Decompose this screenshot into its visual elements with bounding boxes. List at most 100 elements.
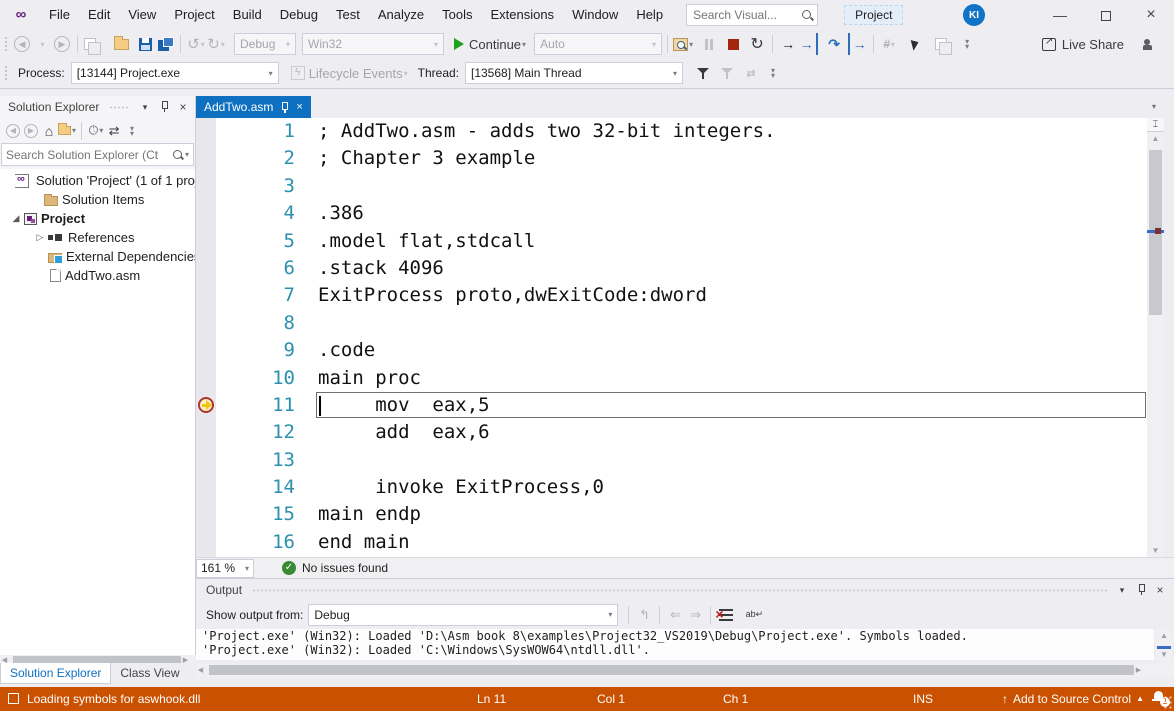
window-position-dropdown[interactable]: ▾ (1114, 585, 1130, 596)
navigate-back-button[interactable]: ◀ (12, 33, 32, 55)
line-text[interactable]: ExitProcess proto,dwExitCode:dword (295, 282, 707, 309)
code-lines[interactable]: 1; AddTwo.asm - adds two 32-bit integers… (216, 118, 1147, 556)
splitter-handle[interactable]: ⌶ (1147, 118, 1164, 132)
solution-search-input[interactable] (6, 148, 172, 162)
thread-dropdown[interactable]: [13568] Main Thread▾ (465, 62, 683, 84)
menu-debug[interactable]: Debug (271, 0, 327, 30)
code-line-16[interactable]: 16end main (216, 529, 1147, 556)
code-line-14[interactable]: 14 invoke ExitProcess,0 (216, 474, 1147, 501)
parallel-stacks-button[interactable] (931, 33, 951, 55)
line-text[interactable]: main proc (295, 365, 421, 392)
scroll-thumb[interactable] (13, 656, 181, 663)
account-avatar[interactable]: KI (963, 4, 985, 26)
menu-test[interactable]: Test (327, 0, 369, 30)
line-text[interactable] (295, 447, 318, 474)
solution-platform-dropdown[interactable]: Win32▾ (302, 33, 444, 55)
tab-list-dropdown[interactable]: ▾ (1152, 102, 1156, 111)
panel-tab-solution-explorer[interactable]: Solution Explorer (0, 663, 111, 684)
menu-view[interactable]: View (119, 0, 165, 30)
zoom-level-dropdown[interactable]: 161 %▾ (196, 559, 254, 578)
panel-grip[interactable] (252, 588, 1107, 593)
feedback-button[interactable] (1140, 33, 1160, 55)
filter-threads-button[interactable] (693, 62, 713, 84)
process-dropdown[interactable]: [13144] Project.exe▾ (71, 62, 279, 84)
switch-views-button[interactable]: ▾ (58, 121, 76, 141)
code-line-13[interactable]: 13 (216, 447, 1147, 474)
clear-filter-button[interactable] (717, 62, 737, 84)
tree-item-external-dependencies[interactable]: External Dependencies (0, 247, 195, 266)
menu-file[interactable]: File (40, 0, 79, 30)
close-icon[interactable]: × (296, 101, 302, 113)
resize-grip[interactable] (1163, 695, 1173, 709)
panel-grip[interactable] (109, 105, 130, 110)
document-tab-addtwo[interactable]: AddTwo.asm × (196, 96, 311, 118)
scroll-thumb[interactable] (209, 665, 1134, 675)
scroll-up-arrow[interactable]: ▲ (1147, 134, 1164, 143)
menu-project[interactable]: Project (165, 0, 223, 30)
home-button[interactable]: ⌂ (40, 121, 58, 141)
line-text[interactable]: ; AddTwo.asm - adds two 32-bit integers. (295, 118, 776, 145)
step-over-button[interactable]: ↷ (824, 33, 844, 55)
output-vscrollbar[interactable]: ▲ ▼ (1156, 629, 1172, 660)
solution-configuration-dropdown[interactable]: Debug▾ (234, 33, 296, 55)
close-icon[interactable]: × (175, 100, 191, 114)
step-out-button[interactable]: → (848, 33, 868, 55)
expander-expanded-icon[interactable]: ◢ (8, 213, 24, 224)
tree-item-project[interactable]: ◢Project (0, 209, 195, 228)
code-line-6[interactable]: 6.stack 4096 (216, 255, 1147, 282)
word-wrap-button[interactable]: ab↵ (744, 604, 764, 626)
pin-icon[interactable] (1133, 583, 1149, 598)
editor-vscrollbar[interactable]: ⌶ ▲ ▼ (1147, 118, 1164, 557)
toolbar-overflow-button[interactable]: ▾▾ (957, 33, 977, 55)
expander-collapsed-icon[interactable]: ▷ (32, 232, 48, 243)
panel-tab-class-view[interactable]: Class View (111, 663, 188, 684)
window-position-dropdown[interactable]: ▾ (137, 102, 153, 113)
close-icon[interactable]: × (1152, 583, 1168, 597)
tree-item-solution-project-1-of-1-proje[interactable]: Solution 'Project' (1 of 1 proje (0, 171, 195, 190)
pending-changes-filter-button[interactable]: 🕔︎▾ (87, 121, 105, 141)
maximize-button[interactable] (1083, 0, 1129, 30)
attach-to-process-button[interactable]: ▾ (673, 33, 693, 55)
redo-button[interactable]: ↻▾ (206, 33, 226, 55)
next-message-button[interactable]: ⇒ (685, 604, 705, 626)
line-indicator[interactable]: Ln 11 (477, 692, 506, 706)
hex-display-toggle[interactable]: #▾ (879, 33, 899, 55)
line-text[interactable] (295, 310, 318, 337)
pin-icon[interactable] (280, 101, 289, 114)
code-line-7[interactable]: 7ExitProcess proto,dwExitCode:dword (216, 282, 1147, 309)
line-text[interactable]: .code (295, 337, 375, 364)
output-header[interactable]: Output ▾ × (196, 579, 1174, 601)
search-options-dropdown[interactable]: ▾ (185, 150, 189, 159)
output-text-area[interactable]: 'Project.exe' (Win32): Loaded 'D:\Asm bo… (196, 629, 1154, 660)
open-file-button[interactable] (111, 33, 131, 55)
code-line-11[interactable]: 11 mov eax,5 (216, 392, 1147, 419)
code-line-12[interactable]: 12 add eax,6 (216, 419, 1147, 446)
live-share-button[interactable]: Live Share (1042, 33, 1124, 55)
code-line-8[interactable]: 8 (216, 310, 1147, 337)
menu-analyze[interactable]: Analyze (369, 0, 433, 30)
scroll-right-arrow[interactable]: ▶ (1134, 666, 1143, 674)
navigate-back-dropdown[interactable]: ▾ (32, 33, 52, 55)
line-text[interactable]: invoke ExitProcess,0 (295, 474, 604, 501)
line-text[interactable]: ; Chapter 3 example (295, 145, 535, 172)
find-message-button[interactable]: ↰ (634, 604, 654, 626)
line-text[interactable]: end main (295, 529, 410, 556)
line-text[interactable]: .stack 4096 (295, 255, 444, 282)
toggle-flagged-button[interactable]: ⇄ (741, 62, 761, 84)
scroll-down-arrow[interactable]: ▼ (1147, 546, 1164, 555)
clear-all-button[interactable] (716, 604, 736, 626)
tree-item-solution-items[interactable]: Solution Items (0, 190, 195, 209)
insert-mode-indicator[interactable]: INS (913, 692, 933, 706)
line-text[interactable]: .model flat,stdcall (295, 228, 535, 255)
sx-overflow-button[interactable]: ▾▾ (123, 121, 141, 141)
code-line-3[interactable]: 3 (216, 173, 1147, 200)
lifecycle-events-button[interactable]: ϟ Lifecycle Events▾ (291, 62, 408, 84)
solution-explorer-header[interactable]: Solution Explorer ▾ × (0, 96, 195, 118)
menu-extensions[interactable]: Extensions (481, 0, 563, 30)
scroll-left-arrow[interactable]: ◀ (196, 666, 205, 674)
save-all-button[interactable] (155, 33, 175, 55)
sx-back-button[interactable]: ◀ (4, 121, 22, 141)
solution-explorer-search-box[interactable]: ▾ (1, 143, 194, 166)
menu-build[interactable]: Build (224, 0, 271, 30)
show-threads-in-source-button[interactable] (905, 33, 925, 55)
